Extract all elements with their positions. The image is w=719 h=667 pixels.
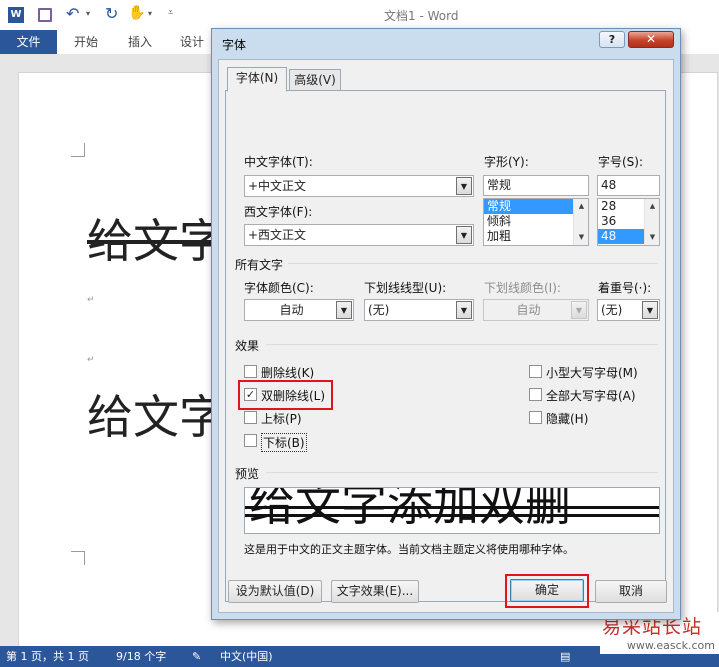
underline-color-value: 自动: [516, 303, 541, 317]
doc-line-2: 给文字: [87, 390, 225, 444]
doc-line-1: 给文字: [87, 214, 225, 268]
font-tab-panel: 中文字体(T): 字形(Y): 字号(S): +中文正文 ▼ 常规 48 常规 …: [225, 90, 666, 602]
chevron-down-icon[interactable]: ▼: [456, 177, 472, 195]
chevron-down-icon[interactable]: ▼: [456, 226, 472, 244]
checkmark-icon[interactable]: ✓: [244, 388, 257, 401]
checkbox[interactable]: [244, 434, 257, 447]
touch-mode-icon[interactable]: ✋: [128, 5, 145, 21]
checkbox[interactable]: [529, 365, 542, 378]
margin-mark-top: [71, 143, 85, 157]
font-color-value: 自动: [279, 303, 304, 317]
preview-text: 给文字添加双删: [249, 487, 571, 531]
scrollbar[interactable]: ▲ ▼: [573, 199, 588, 245]
window-title: 文档1 - Word: [384, 9, 459, 23]
style-list[interactable]: 常规 倾斜 加粗 ▲ ▼: [483, 198, 589, 246]
checkbox-label: 下标(B): [261, 433, 307, 452]
checkbox[interactable]: [244, 411, 257, 424]
style-input[interactable]: 常规: [483, 175, 589, 196]
size-input[interactable]: 48: [597, 175, 660, 196]
divider: [266, 344, 658, 345]
ok-button[interactable]: 确定: [510, 579, 584, 602]
cn-font-label: 中文字体(T):: [244, 155, 313, 169]
paragraph-mark-icon: ↵: [87, 355, 95, 365]
tab-home[interactable]: 开始: [74, 30, 98, 54]
proofing-icon[interactable]: ✎: [192, 646, 201, 667]
font-dialog: 字体 ? ✕ 字体(N) 高级(V) 中文字体(T): 字形(Y): 字号(S)…: [211, 28, 681, 620]
undo-icon[interactable]: ↶: [66, 4, 79, 23]
west-font-label: 西文字体(F):: [244, 205, 313, 219]
word-logo-icon[interactable]: W: [8, 7, 24, 23]
checkbox-label: 双删除线(L): [261, 389, 326, 403]
strike-line: [245, 506, 659, 509]
title-bar: W ↶ ▾ ↻ ✋ ▾ ⩡ 文档1 - Word: [0, 0, 719, 30]
underline-color-label: 下划线颜色(I):: [484, 281, 561, 295]
cn-font-combo[interactable]: +中文正文 ▼: [244, 175, 474, 197]
touch-dropdown-icon[interactable]: ▾: [148, 9, 152, 18]
status-words[interactable]: 9/18 个字: [116, 646, 166, 667]
scroll-up-icon[interactable]: ▲: [645, 199, 660, 214]
strike-line: [245, 514, 659, 517]
tab-font[interactable]: 字体(N): [227, 67, 287, 92]
cn-font-value: +中文正文: [248, 179, 307, 193]
tab-advanced[interactable]: 高级(V): [289, 69, 341, 91]
emphasis-label: 着重号(·):: [598, 281, 652, 295]
undo-dropdown-icon[interactable]: ▾: [86, 9, 90, 18]
divider: [266, 472, 658, 473]
scrollbar[interactable]: ▲ ▼: [644, 199, 659, 245]
dialog-body: 字体(N) 高级(V) 中文字体(T): 字形(Y): 字号(S): +中文正文…: [218, 59, 674, 613]
underline-label: 下划线线型(U):: [364, 281, 447, 295]
scroll-down-icon[interactable]: ▼: [574, 230, 589, 245]
watermark-url: www.easck.com: [626, 639, 715, 652]
chevron-down-icon[interactable]: ▼: [642, 301, 658, 319]
status-language[interactable]: 中文(中国): [220, 646, 273, 667]
west-font-value: +西文正文: [248, 228, 307, 242]
tab-insert[interactable]: 插入: [128, 30, 152, 54]
checkbox-label: 删除线(K): [261, 366, 315, 380]
preview-note: 这是用于中文的正文主题字体。当前文档主题定义将使用哪种字体。: [244, 543, 574, 556]
preview-box: 给文字添加双删: [244, 487, 660, 534]
emphasis-combo[interactable]: (无) ▼: [597, 299, 660, 321]
font-color-combo[interactable]: 自动 ▼: [244, 299, 354, 321]
preview-heading: 预览: [235, 467, 260, 481]
chevron-down-icon: ▼: [571, 301, 587, 319]
emphasis-value: (无): [601, 303, 623, 317]
checkbox-label: 全部大写字母(A): [546, 389, 636, 403]
underline-combo[interactable]: (无) ▼: [364, 299, 474, 321]
redo-icon[interactable]: ↻: [105, 4, 118, 23]
cancel-button[interactable]: 取消: [595, 580, 667, 603]
chevron-down-icon[interactable]: ▼: [336, 301, 352, 319]
underline-color-combo: 自动 ▼: [483, 299, 589, 321]
checkbox[interactable]: [244, 365, 257, 378]
customize-qat-icon[interactable]: ⩡: [168, 8, 173, 18]
all-text-heading: 所有文字: [235, 258, 284, 272]
font-color-label: 字体颜色(C):: [244, 281, 314, 295]
chevron-down-icon[interactable]: ▼: [456, 301, 472, 319]
text-effects-button[interactable]: 文字效果(E)...: [331, 580, 419, 603]
save-icon[interactable]: [38, 8, 52, 22]
help-button[interactable]: ?: [599, 31, 625, 48]
checkbox-label: 上标(P): [261, 412, 302, 426]
effects-heading: 效果: [235, 339, 260, 353]
west-font-combo[interactable]: +西文正文 ▼: [244, 224, 474, 246]
checkbox[interactable]: [529, 411, 542, 424]
read-mode-icon[interactable]: ▤: [560, 646, 570, 667]
set-default-button[interactable]: 设为默认值(D): [228, 580, 322, 603]
tab-design[interactable]: 设计: [180, 30, 204, 54]
style-label: 字形(Y):: [484, 155, 529, 169]
scroll-up-icon[interactable]: ▲: [574, 199, 589, 214]
status-page[interactable]: 第 1 页，共 1 页: [6, 646, 89, 667]
margin-mark-bottom: [71, 551, 85, 565]
size-label: 字号(S):: [598, 155, 644, 169]
checkbox-label: 隐藏(H): [546, 412, 589, 426]
paragraph-mark-icon: ↵: [87, 295, 95, 305]
dialog-title: 字体: [222, 38, 247, 52]
scroll-down-icon[interactable]: ▼: [645, 230, 660, 245]
tab-file[interactable]: 文件: [0, 30, 57, 54]
size-list[interactable]: 28 36 48 ▲ ▼: [597, 198, 660, 246]
close-button[interactable]: ✕: [628, 31, 674, 48]
divider: [288, 263, 658, 264]
checkbox[interactable]: [529, 388, 542, 401]
underline-value: (无): [368, 303, 390, 317]
checkbox-label: 小型大写字母(M): [546, 366, 638, 380]
